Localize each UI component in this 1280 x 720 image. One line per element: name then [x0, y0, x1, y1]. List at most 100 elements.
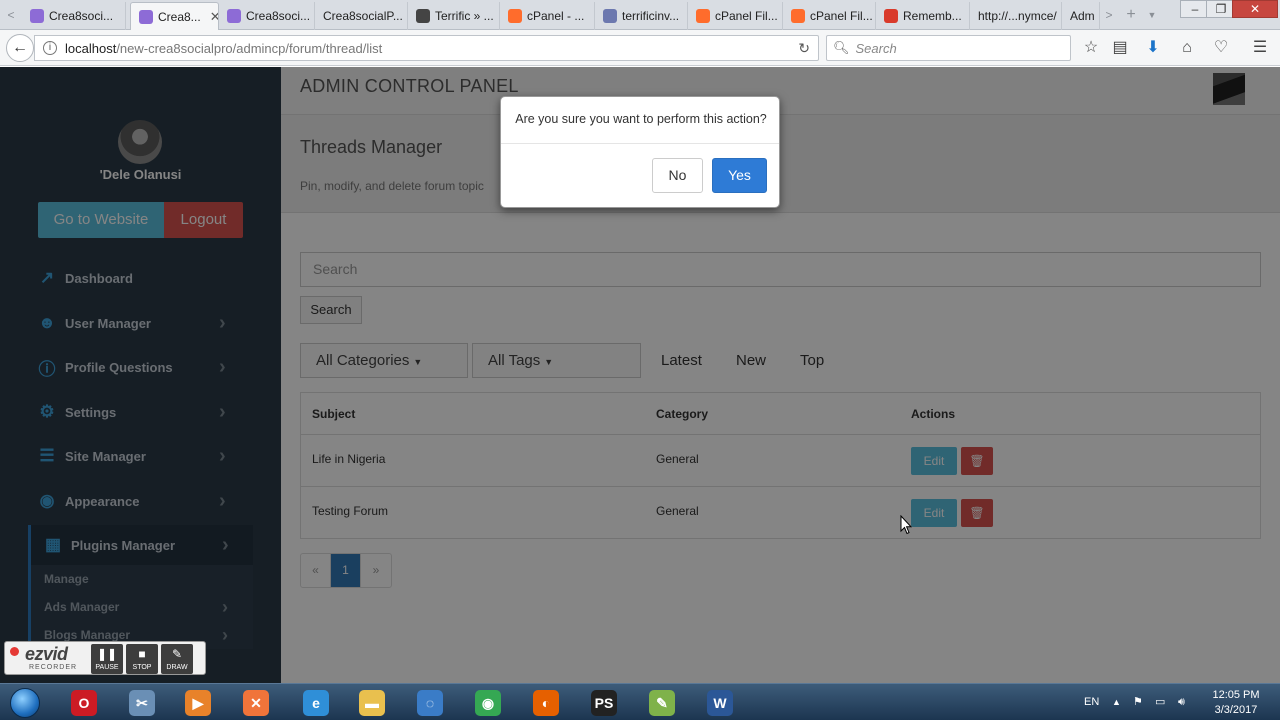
browser-tab[interactable]: terrificinv...: [595, 2, 688, 30]
browser-tab-title: Crea8soci...: [246, 9, 311, 23]
browser-tab[interactable]: Terrific » ...: [408, 2, 500, 30]
back-arrow-icon[interactable]: ←: [6, 34, 34, 62]
taskbar-app-button[interactable]: O: [58, 686, 110, 719]
window-close-icon[interactable]: ✕: [1232, 0, 1278, 18]
cpanel-icon: [696, 9, 710, 23]
volume-icon[interactable]: 🔊︎: [1178, 684, 1185, 720]
feather-icon: [30, 9, 44, 23]
browser-tab-title: Terrific » ...: [435, 9, 494, 23]
browser-tab-title: Adm: [1070, 9, 1095, 23]
dialog-divider: [501, 143, 779, 144]
taskbar-app-button[interactable]: ◌: [404, 686, 456, 719]
tab-list-icon[interactable]: ▼: [1143, 5, 1161, 25]
browser-tab[interactable]: Crea8soci...: [219, 2, 315, 30]
ezvid-recorder-widget: ezvid RECORDER ❚❚ PAUSE ■ STOP ✎ DRAW: [4, 641, 206, 675]
home-icon[interactable]: ⌂: [1176, 37, 1198, 59]
recording-dot-icon: [10, 647, 19, 656]
feather-icon: [139, 10, 153, 24]
downloads-icon[interactable]: ⬇: [1142, 37, 1164, 59]
system-clock[interactable]: 12:05 PM 3/3/2017: [1206, 688, 1266, 718]
mouse-cursor-icon: [900, 515, 912, 535]
cpanel-icon: [791, 9, 805, 23]
reload-icon[interactable]: ↻: [798, 40, 810, 57]
bookmark-star-icon[interactable]: ☆: [1080, 37, 1102, 59]
browser-nav-bar: ← i localhost/new-crea8socialpro/admincp…: [0, 30, 1280, 66]
browser-tab-title: terrificinv...: [622, 9, 680, 23]
browser-tab[interactable]: Crea8... ✕: [130, 2, 219, 31]
pencil-icon: ✎: [171, 647, 183, 661]
xampp-icon: ✕: [243, 689, 269, 716]
firefox-icon: ◐: [533, 689, 559, 716]
browser-tab[interactable]: Crea8socialP...: [315, 2, 408, 30]
hamburger-menu-icon[interactable]: ☰: [1249, 37, 1271, 59]
site-info-icon[interactable]: i: [43, 41, 57, 55]
browser-tab-title: Crea8socialP...: [323, 9, 403, 23]
tab-scroll-right-icon[interactable]: >: [1100, 5, 1118, 25]
start-button[interactable]: [4, 685, 44, 720]
pocket-icon[interactable]: ♡: [1210, 37, 1232, 59]
taskbar-app-button[interactable]: PS: [578, 686, 630, 719]
taskbar-app-button[interactable]: ◉: [462, 686, 514, 719]
browser-tab-title: Crea8...: [158, 10, 201, 24]
chat-app-icon: ◌: [417, 689, 443, 716]
browser-tab-title: cPanel Fil...: [810, 9, 873, 23]
language-indicator[interactable]: EN: [1084, 684, 1099, 720]
browser-tab-title: cPanel Fil...: [715, 9, 778, 23]
feather-icon: [227, 9, 241, 23]
browser-search-field[interactable]: 🔍︎ Search: [826, 35, 1071, 61]
clock-time: 12:05 PM: [1212, 689, 1260, 701]
new-tab-icon[interactable]: +: [1122, 5, 1140, 25]
browser-tab-strip: < Crea8soci... Crea8... ✕ Crea8soci... Crea8…: [0, 0, 1280, 31]
media-player-icon: ▶: [185, 689, 211, 716]
confirm-dialog: Are you sure you want to perform this ac…: [500, 96, 780, 208]
taskbar-app-button[interactable]: ▶: [172, 686, 224, 719]
yes-button[interactable]: Yes: [712, 158, 767, 193]
action-center-icon[interactable]: ⚑: [1133, 684, 1143, 720]
taskbar-app-button[interactable]: ✂: [116, 686, 168, 719]
cpanel-icon: [508, 9, 522, 23]
network-icon[interactable]: ▭: [1155, 684, 1165, 720]
taskbar-app-button[interactable]: W: [694, 686, 746, 719]
tab-close-icon[interactable]: ✕: [210, 9, 218, 25]
notepad-icon: ✎: [649, 689, 675, 716]
taskbar-app-button[interactable]: e: [290, 686, 342, 719]
browser-tab[interactable]: Rememb...: [876, 2, 970, 30]
reading-list-icon[interactable]: ▤: [1109, 37, 1131, 59]
taskbar-app-button[interactable]: ◐: [520, 686, 572, 719]
browser-tab[interactable]: cPanel Fil...: [783, 2, 876, 30]
stop-icon: ■: [138, 647, 146, 661]
browser-tab[interactable]: cPanel - ...: [500, 2, 595, 30]
confirm-message: Are you sure you want to perform this ac…: [515, 112, 767, 126]
word-icon: W: [707, 689, 733, 716]
taskbar-app-button[interactable]: ✕: [230, 686, 282, 719]
stop-button-label: STOP: [132, 664, 152, 671]
recorder-subtitle: RECORDER: [29, 664, 78, 671]
browser-tab-title: cPanel - ...: [527, 9, 585, 23]
url-host: localhost: [65, 40, 117, 56]
pma-icon: [603, 9, 617, 23]
search-icon: 🔍︎: [833, 40, 850, 55]
show-hidden-icons-icon[interactable]: ▲: [1112, 684, 1121, 720]
url-path: /new-crea8socialpro/admincp/forum/thread…: [116, 40, 383, 56]
file-explorer-icon: ▬: [359, 689, 385, 716]
browser-tab[interactable]: cPanel Fil...: [688, 2, 783, 30]
taskbar-app-button[interactable]: ✎: [636, 686, 688, 719]
stop-button[interactable]: ■ STOP: [126, 644, 158, 674]
tab-scroll-left-icon[interactable]: <: [2, 5, 20, 25]
browser-tab[interactable]: Adm: [1062, 2, 1100, 30]
recorder-logo: ezvid: [25, 644, 68, 664]
browser-tab-title: http://...nymce/: [978, 9, 1057, 23]
url-bar[interactable]: i localhost/new-crea8socialpro/admincp/f…: [34, 35, 819, 61]
browser-search-placeholder: Search: [855, 40, 897, 56]
no-button[interactable]: No: [652, 158, 703, 193]
pause-button[interactable]: ❚❚ PAUSE: [91, 644, 123, 674]
draw-button[interactable]: ✎ DRAW: [161, 644, 193, 674]
windows-logo-icon: [10, 688, 40, 718]
browser-tab[interactable]: Crea8soci...: [22, 2, 126, 30]
taskbar-app-button[interactable]: ▬: [346, 686, 398, 719]
windows-taskbar: O ✂ ▶ ✕ e ▬ ◌ ◉ ◐ PS ✎ W EN ▲ ⚑ ▭ 🔊︎ 12:05 PM 3/3/2…: [0, 683, 1280, 720]
browser-tab-title: Crea8soci...: [49, 9, 114, 23]
pause-button-label: PAUSE: [95, 664, 119, 671]
opera-icon: O: [71, 689, 97, 716]
browser-tab[interactable]: http://...nymce/: [970, 2, 1062, 30]
